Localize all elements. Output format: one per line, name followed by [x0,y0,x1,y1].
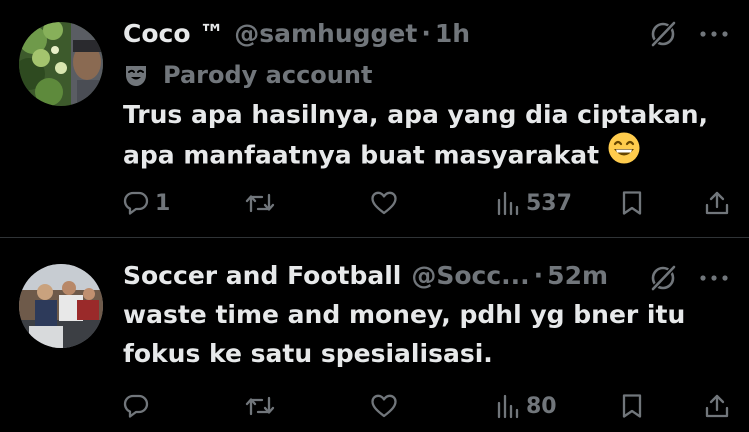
retweet-icon [245,396,275,416]
tweet-text-line: Trus apa hasilnya, apa yang dia ciptakan… [123,100,709,129]
views-count: 80 [526,393,557,419]
tweet-item[interactable]: Soccer and Football @Socc... · 52m waste… [0,239,749,432]
more-icon[interactable] [698,24,730,44]
timestamp[interactable]: 1h [435,17,470,51]
avatar[interactable] [19,264,103,348]
reply-button[interactable]: 1 [123,188,170,218]
views-button[interactable]: 80 [496,391,557,421]
views-count: 537 [526,190,572,216]
like-icon [371,394,397,418]
views-icon [497,394,519,419]
tweet-header: Coco ™ @samhugget · 1h [123,17,470,51]
parody-label-text: Parody account [163,61,373,89]
timestamp[interactable]: 52m [547,259,608,293]
like-button[interactable] [370,188,404,218]
user-handle[interactable]: @Socc... [411,259,529,293]
display-name[interactable]: Soccer and Football [123,259,401,293]
action-bar: 80 [0,391,749,421]
retweet-button[interactable] [245,188,281,218]
bookmark-button[interactable] [621,188,643,218]
reply-icon [123,191,149,215]
mask-icon [123,62,149,88]
tweet-text-line: fokus ke satu spesialisasi. [123,339,493,368]
user-handle[interactable]: @samhugget [234,17,417,51]
views-button[interactable]: 537 [496,188,572,218]
tweet-text: Trus apa hasilnya, apa yang dia ciptakan… [123,95,733,179]
grok-icon[interactable] [648,263,678,293]
share-button[interactable] [704,188,730,218]
more-icon[interactable] [698,268,730,288]
tweet-text-line: apa manfaatnya buat masyarakat [123,131,733,179]
grinning-face-emoji [607,131,641,176]
bookmark-icon [622,191,642,215]
separator-dot: · [421,19,431,48]
tweet-text-segment: apa manfaatnya buat masyarakat [123,140,600,170]
reply-count: 1 [155,190,171,216]
share-button[interactable] [704,391,730,421]
separator-dot: · [533,261,544,290]
tweet-item[interactable]: Coco ™ @samhugget · 1h Parody account Tr… [0,0,749,238]
parody-label: Parody account [123,58,372,92]
tweet-text-line: waste time and money, pdhl yg bner itu [123,300,686,329]
reply-icon [123,394,149,418]
reply-button[interactable] [123,391,155,421]
tweet-header: Soccer and Football @Socc... · 52m [123,259,608,293]
share-icon [705,191,729,215]
retweet-button[interactable] [245,391,281,421]
bookmark-icon [622,394,642,418]
grok-icon[interactable] [648,19,678,49]
share-icon [705,394,729,418]
avatar[interactable] [19,22,103,106]
tweet-divider [0,237,749,238]
views-icon [497,191,519,216]
tweet-text: waste time and money, pdhl yg bner itu f… [123,295,733,373]
action-bar: 1 537 [0,188,749,218]
like-icon [371,191,397,215]
bookmark-button[interactable] [621,391,643,421]
like-button[interactable] [370,391,404,421]
retweet-icon [245,193,275,213]
display-name[interactable]: Coco ™ [123,17,224,51]
